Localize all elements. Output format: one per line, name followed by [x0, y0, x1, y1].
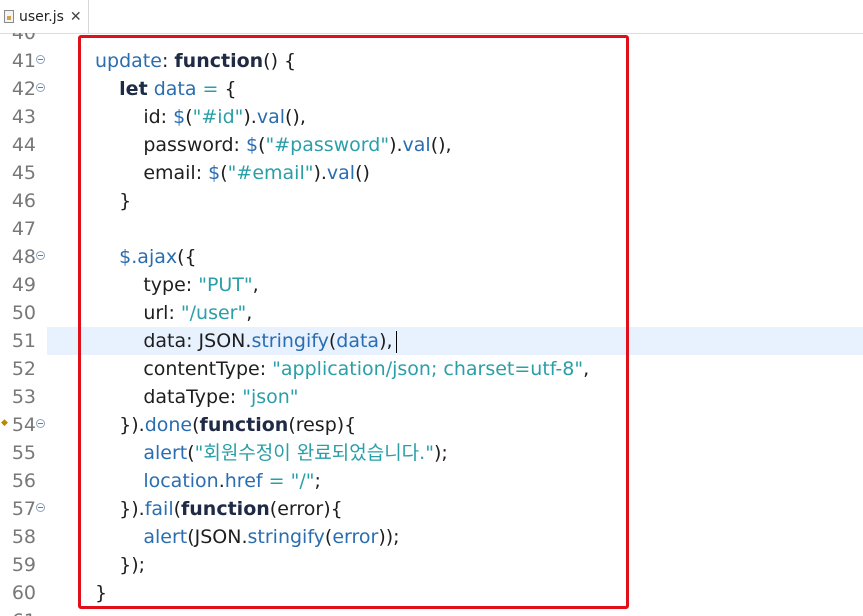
- line-number: 60: [11, 582, 36, 604]
- fold-toggle-icon[interactable]: [36, 419, 45, 428]
- line-number: 40: [11, 33, 36, 44]
- line-number: 50: [11, 302, 36, 324]
- line-number: 57: [11, 498, 36, 520]
- warning-marker-icon[interactable]: ◆: [1, 418, 8, 428]
- line-number: 47: [11, 218, 36, 240]
- fold-toggle-icon[interactable]: [36, 83, 45, 92]
- line-number: 55: [11, 442, 36, 464]
- fold-toggle-icon[interactable]: [36, 55, 45, 64]
- line-number: 48: [11, 246, 36, 268]
- line-number: 49: [11, 274, 36, 296]
- line-number: 61: [8, 607, 36, 616]
- line-number: 52: [11, 358, 36, 380]
- line-number: 42: [11, 78, 36, 100]
- line-number: 41: [11, 50, 36, 72]
- js-file-icon: [4, 10, 14, 23]
- tab-filename: user.js: [19, 8, 64, 25]
- tab-user-js[interactable]: user.js ✕: [0, 0, 89, 33]
- fold-toggle-icon[interactable]: [36, 251, 45, 260]
- line-number: 53: [11, 386, 36, 408]
- fold-toggle-icon[interactable]: [36, 503, 45, 512]
- editor-tab-bar: user.js ✕: [0, 0, 863, 34]
- line-number: 59: [11, 554, 36, 576]
- line-number: 44: [11, 134, 36, 156]
- line-number: 43: [11, 106, 36, 128]
- close-icon[interactable]: ✕: [70, 9, 82, 25]
- line-number: 51: [11, 330, 36, 352]
- line-number: 45: [11, 162, 36, 184]
- line-number: 54: [11, 414, 36, 436]
- line-number: 58: [11, 526, 36, 548]
- line-number: 46: [11, 190, 36, 212]
- red-annotation-box: [78, 35, 629, 609]
- line-number: 56: [11, 470, 36, 492]
